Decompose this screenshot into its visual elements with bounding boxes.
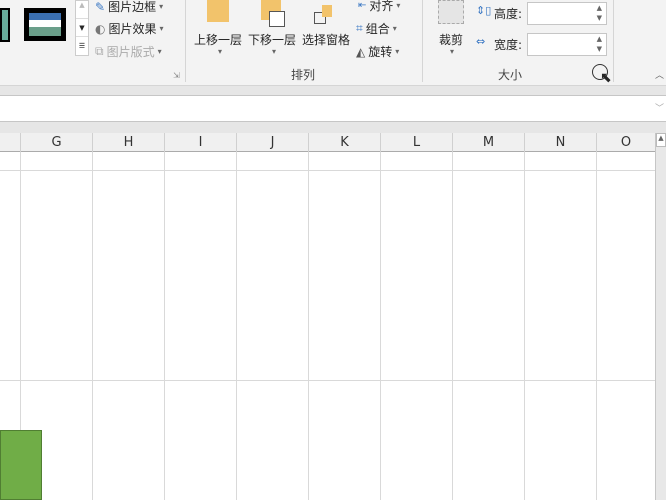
mouse-cursor-icon: ⬉ xyxy=(600,70,612,86)
bring-forward-icon xyxy=(207,0,229,22)
column-header[interactable]: K xyxy=(308,133,380,152)
picture-layout-button[interactable]: ⧉ 图片版式 ▾ xyxy=(95,43,162,60)
selection-pane-button[interactable]: 选择窗格 xyxy=(302,0,352,50)
green-shape[interactable] xyxy=(0,430,42,500)
ribbon: ▲ ▼ ☰ ✎ 图片边框 ▾ ◐ 图片效果 ▾ ⧉ 图片版式 ▾ ⇲ 上移一层 ▾ 下移一层… xyxy=(0,0,666,86)
dialog-launcher-icon[interactable]: ⇲ xyxy=(173,71,180,80)
column-header[interactable]: O xyxy=(596,133,655,152)
column-headers: G H I J K L M N O xyxy=(0,133,655,152)
align-button[interactable]: ⇤ 对齐 ▾ xyxy=(358,0,400,14)
column-header[interactable]: H xyxy=(92,133,164,152)
bring-forward-button[interactable]: 上移一层 ▾ xyxy=(194,0,244,60)
height-input[interactable]: ▲ ▼ xyxy=(527,2,607,25)
rotate-button[interactable]: ◭ 旋转 ▾ xyxy=(356,43,399,60)
width-icon: ⇔ xyxy=(476,35,486,48)
picture-border-button[interactable]: ✎ 图片边框 ▾ xyxy=(95,0,163,15)
column-header[interactable]: I xyxy=(164,133,236,152)
arrange-group-label: 排列 xyxy=(291,68,316,82)
vertical-scrollbar[interactable]: ▲ xyxy=(655,133,666,500)
pen-icon: ✎ xyxy=(95,0,106,14)
gallery-scroll[interactable]: ▲ ▼ ☰ xyxy=(75,0,89,56)
layout-icon: ⧉ xyxy=(95,44,104,58)
column-header[interactable]: J xyxy=(236,133,308,152)
rotate-icon: ◭ xyxy=(356,44,366,59)
column-header[interactable]: G xyxy=(20,133,92,152)
expand-formula-icon[interactable]: ﹀ xyxy=(655,101,664,114)
column-header[interactable]: N xyxy=(524,133,596,152)
collapse-ribbon-icon[interactable]: ︿ xyxy=(655,68,664,81)
picture-effects-button[interactable]: ◐ 图片效果 ▾ xyxy=(95,20,164,37)
size-group-label: 大小 xyxy=(498,68,523,82)
picture-style-thumbnail[interactable] xyxy=(24,8,66,41)
height-icon: ⇕▯ xyxy=(476,4,492,17)
send-backward-button[interactable]: 下移一层 ▾ xyxy=(248,0,298,60)
crop-icon xyxy=(438,0,464,24)
group-button[interactable]: ⌗ 组合 ▾ xyxy=(356,20,397,37)
worksheet-grid[interactable] xyxy=(0,152,655,500)
align-icon: ⇤ xyxy=(358,0,367,11)
crop-button[interactable]: 裁剪 ▾ xyxy=(436,0,470,60)
formula-bar[interactable]: ﹀ xyxy=(0,95,666,122)
width-input[interactable]: ▲ ▼ xyxy=(527,33,607,56)
column-header[interactable]: L xyxy=(380,133,452,152)
picture-style-thumbnail[interactable] xyxy=(0,8,10,42)
column-header[interactable]: M xyxy=(452,133,524,152)
group-icon: ⌗ xyxy=(356,21,363,35)
effects-icon: ◐ xyxy=(95,21,106,36)
